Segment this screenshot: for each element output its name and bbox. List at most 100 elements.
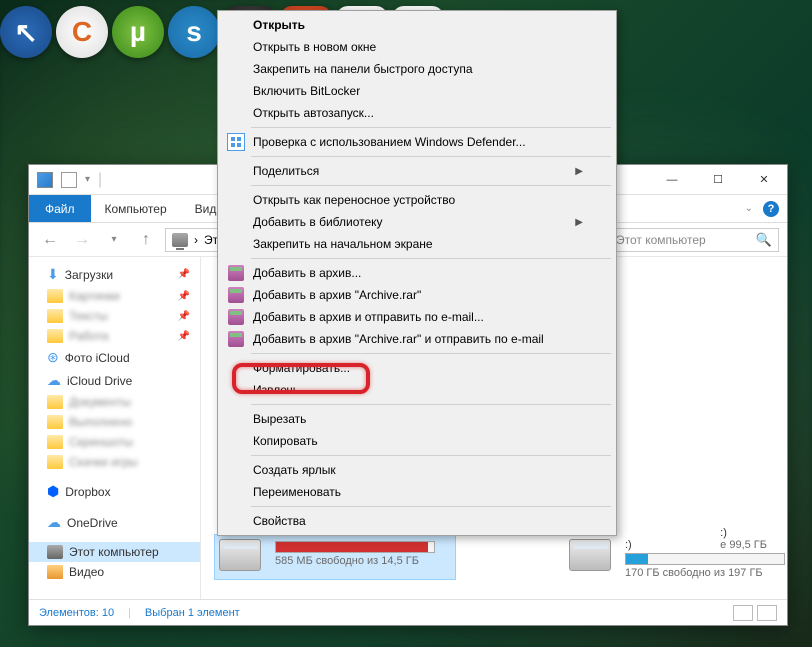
ctx-separator — [251, 455, 611, 456]
drive-letter: :) — [625, 539, 785, 551]
chevron-right-icon: ▶ — [575, 166, 583, 177]
ctx-archive-1[interactable]: Добавить в архив... — [221, 262, 613, 284]
tab-file[interactable]: Файл — [29, 195, 91, 222]
pin-icon: 📌 — [178, 331, 190, 342]
system-icon[interactable] — [37, 172, 53, 188]
drive-icon — [219, 539, 261, 571]
search-input[interactable]: Этот компьютер 🔍 — [609, 228, 779, 252]
sidebar-item-9[interactable]: Скриншоты — [29, 432, 200, 452]
help-icon[interactable]: ? — [763, 201, 779, 217]
ctx-separator — [251, 404, 611, 405]
sidebar-video[interactable]: Видео — [29, 562, 200, 582]
drive-free-text: 585 МБ свободно из 14,5 ГБ — [275, 555, 435, 567]
folder-icon — [47, 435, 63, 449]
sidebar-item-2[interactable]: Картинки📌 — [29, 286, 200, 306]
folder-icon — [47, 309, 63, 323]
ctx-archive-2[interactable]: Добавить в архив "Archive.rar" — [221, 284, 613, 306]
status-bar: Элементов: 10 | Выбран 1 элемент — [29, 599, 787, 625]
video-icon — [47, 565, 63, 579]
winrar-icon — [227, 308, 245, 326]
status-selected: Выбран 1 элемент — [145, 607, 240, 619]
icloud-photo-icon: ⊛ — [47, 349, 59, 366]
qat-properties-icon[interactable] — [61, 172, 77, 188]
ctx-defender[interactable]: Проверка с использованием Windows Defend… — [221, 131, 613, 153]
ribbon-expand-icon[interactable]: ⌄ — [745, 203, 753, 214]
ctx-format[interactable]: Форматировать... — [221, 357, 613, 379]
ctx-open-new-window[interactable]: Открыть в новом окне — [221, 36, 613, 58]
sidebar-item-7[interactable]: Документы — [29, 392, 200, 412]
sidebar-downloads[interactable]: ⬇Загрузки📌 — [29, 263, 200, 286]
drive-2[interactable]: :) 170 ГБ свободно из 197 ГБ — [565, 535, 787, 579]
sidebar-item-8[interactable]: Выполнено — [29, 412, 200, 432]
sidebar-item-3[interactable]: Тексты📌 — [29, 306, 200, 326]
drive-icon — [569, 539, 611, 571]
icloud-icon: ☁ — [47, 372, 61, 389]
ctx-cut[interactable]: Вырезать — [221, 408, 613, 430]
defender-icon — [227, 133, 245, 151]
drive-free-text: 170 ГБ свободно из 197 ГБ — [625, 567, 785, 579]
ctx-share[interactable]: Поделиться▶ — [221, 160, 613, 182]
folder-icon — [47, 395, 63, 409]
taskbar-icon-skype[interactable]: s — [168, 6, 220, 58]
ctx-rename[interactable]: Переименовать — [221, 481, 613, 503]
minimize-button[interactable]: — — [649, 165, 695, 195]
search-icon: 🔍 — [756, 232, 772, 248]
taskbar-icon-1[interactable]: ↖ — [0, 6, 52, 58]
nav-back-button[interactable]: ← — [37, 227, 63, 253]
pin-icon: 📌 — [178, 291, 190, 302]
status-item-count: Элементов: 10 — [39, 607, 114, 619]
ctx-archive-3[interactable]: Добавить в архив и отправить по e-mail..… — [221, 306, 613, 328]
sidebar-icloud-drive[interactable]: ☁iCloud Drive — [29, 369, 200, 392]
ctx-copy[interactable]: Копировать — [221, 430, 613, 452]
ctx-archive-4[interactable]: Добавить в архив "Archive.rar" и отправи… — [221, 328, 613, 350]
drive-usage-bar — [275, 541, 435, 553]
ctx-extract[interactable]: Извлечь — [221, 379, 613, 401]
ctx-separator — [251, 506, 611, 507]
ctx-pin-start[interactable]: Закрепить на начальном экране — [221, 233, 613, 255]
maximize-button[interactable]: ☐ — [695, 165, 741, 195]
breadcrumb-arrow: › — [194, 233, 198, 247]
qat-dropdown-icon[interactable]: ▾ — [85, 174, 90, 185]
nav-sidebar: ⬇Загрузки📌 Картинки📌 Тексты📌 Работа📌 ⊛Фо… — [29, 257, 201, 599]
context-menu: Открыть Открыть в новом окне Закрепить н… — [217, 10, 617, 536]
view-icons-button[interactable] — [757, 605, 777, 621]
onedrive-icon: ☁ — [47, 514, 61, 531]
ctx-properties[interactable]: Свойства — [221, 510, 613, 532]
drive-selected[interactable]: 585 МБ свободно из 14,5 ГБ — [215, 535, 455, 579]
ctx-bitlocker[interactable]: Включить BitLocker — [221, 80, 613, 102]
ctx-separator — [251, 258, 611, 259]
winrar-icon — [227, 264, 245, 282]
nav-up-button[interactable]: ↑ — [133, 227, 159, 253]
sidebar-this-pc[interactable]: Этот компьютер — [29, 542, 200, 562]
nav-forward-button[interactable]: → — [69, 227, 95, 253]
pc-icon — [172, 233, 188, 247]
ctx-add-library[interactable]: Добавить в библиотеку▶ — [221, 211, 613, 233]
close-button[interactable]: ✕ — [741, 165, 787, 195]
ctx-shortcut[interactable]: Создать ярлык — [221, 459, 613, 481]
pin-icon: 📌 — [178, 311, 190, 322]
ctx-portable-device[interactable]: Открыть как переносное устройство — [221, 189, 613, 211]
folder-icon — [47, 329, 63, 343]
chevron-right-icon: ▶ — [575, 217, 583, 228]
drive-usage-bar — [625, 553, 785, 565]
sidebar-dropbox[interactable]: ⬢Dropbox — [29, 480, 200, 503]
folder-icon — [47, 455, 63, 469]
sidebar-item-4[interactable]: Работа📌 — [29, 326, 200, 346]
tab-computer[interactable]: Компьютер — [91, 195, 181, 222]
search-placeholder: Этот компьютер — [616, 233, 706, 247]
taskbar-icon-ccleaner[interactable]: C — [56, 6, 108, 58]
ctx-pin-quick-access[interactable]: Закрепить на панели быстрого доступа — [221, 58, 613, 80]
pin-icon: 📌 — [178, 269, 190, 280]
view-details-button[interactable] — [733, 605, 753, 621]
ctx-autorun[interactable]: Открыть автозапуск... — [221, 102, 613, 124]
sidebar-item-10[interactable]: Скачки игры — [29, 452, 200, 472]
ctx-separator — [251, 156, 611, 157]
pc-icon — [47, 545, 63, 559]
taskbar-icon-utorrent[interactable]: µ — [112, 6, 164, 58]
ctx-separator — [251, 127, 611, 128]
sidebar-onedrive[interactable]: ☁OneDrive — [29, 511, 200, 534]
sidebar-photo-icloud[interactable]: ⊛Фото iCloud — [29, 346, 200, 369]
nav-history-dropdown[interactable]: ▾ — [101, 227, 127, 253]
ctx-open[interactable]: Открыть — [221, 14, 613, 36]
ctx-separator — [251, 353, 611, 354]
